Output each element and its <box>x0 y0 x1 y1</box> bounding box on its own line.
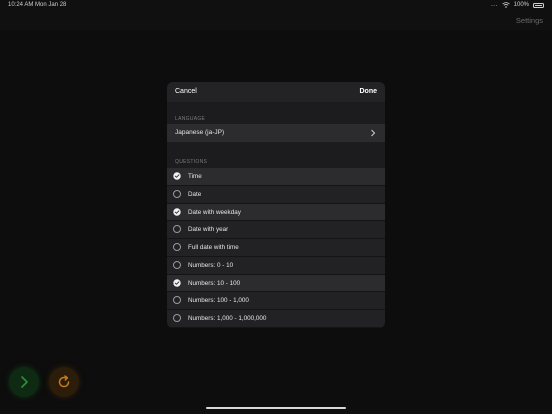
checkmark-circle-icon <box>173 207 181 216</box>
wifi-icon <box>501 2 510 8</box>
question-label: Date with weekday <box>188 208 241 216</box>
question-label: Full date with time <box>188 244 239 251</box>
checkmark-circle-icon <box>173 278 181 287</box>
empty-circle-icon <box>173 314 181 322</box>
status-dots: ... <box>491 2 498 8</box>
battery-percent: 100% <box>513 2 529 8</box>
questions-list: Time Date Date with weekday Date with year F… <box>167 168 385 328</box>
settings-button[interactable]: Settings <box>516 16 543 25</box>
question-label: Time <box>188 173 202 180</box>
modal-header: Cancel Done <box>167 82 385 102</box>
question-row[interactable]: Numbers: 100 - 1,000 <box>167 292 385 310</box>
empty-circle-icon <box>173 243 181 251</box>
empty-circle-icon <box>173 260 181 269</box>
language-value: Japanese (ja-JP) <box>175 129 225 136</box>
empty-circle-icon <box>173 225 181 234</box>
language-row[interactable]: Japanese (ja-JP) <box>167 124 385 142</box>
battery-icon <box>533 2 544 8</box>
status-indicators: ... 100% <box>491 2 544 8</box>
question-row[interactable]: Numbers: 1,000 - 1,000,000 <box>167 310 385 328</box>
question-row[interactable]: Numbers: 0 - 10 <box>167 256 385 275</box>
settings-modal: Cancel Done LANGUAGE Japanese (ja-JP) QU… <box>167 82 385 328</box>
question-label: Numbers: 10 - 100 <box>188 279 241 287</box>
language-section-title: LANGUAGE <box>175 116 206 122</box>
question-label: Numbers: 0 - 10 <box>188 261 234 269</box>
question-label: Date with year <box>188 226 229 234</box>
chevron-right-icon <box>371 129 376 137</box>
question-row[interactable]: Numbers: 10 - 100 <box>167 274 385 293</box>
empty-circle-icon <box>173 189 181 198</box>
home-indicator <box>206 407 346 409</box>
question-row[interactable]: Date <box>167 185 385 204</box>
refresh-button[interactable] <box>49 367 79 397</box>
next-button[interactable] <box>9 367 39 397</box>
question-row[interactable]: Date with year <box>167 221 385 239</box>
chevron-right-icon <box>21 376 28 388</box>
question-row[interactable]: Time <box>167 168 385 186</box>
questions-section-title: QUESTIONS <box>175 159 208 165</box>
checkmark-circle-icon <box>173 172 181 180</box>
question-row[interactable]: Date with weekday <box>167 203 385 222</box>
question-label: Numbers: 100 - 1,000 <box>188 297 249 305</box>
cancel-button[interactable]: Cancel <box>175 88 197 95</box>
top-bar: 10:24 AM Mon Jan 28 ... 100% Settings <box>0 0 552 30</box>
question-label: Date <box>188 190 202 198</box>
refresh-icon <box>58 375 70 388</box>
question-label: Numbers: 1,000 - 1,000,000 <box>188 315 267 322</box>
question-row[interactable]: Full date with time <box>167 239 385 257</box>
empty-circle-icon <box>173 296 181 305</box>
done-button[interactable]: Done <box>360 88 378 95</box>
status-time: 10:24 AM Mon Jan 28 <box>8 2 67 8</box>
